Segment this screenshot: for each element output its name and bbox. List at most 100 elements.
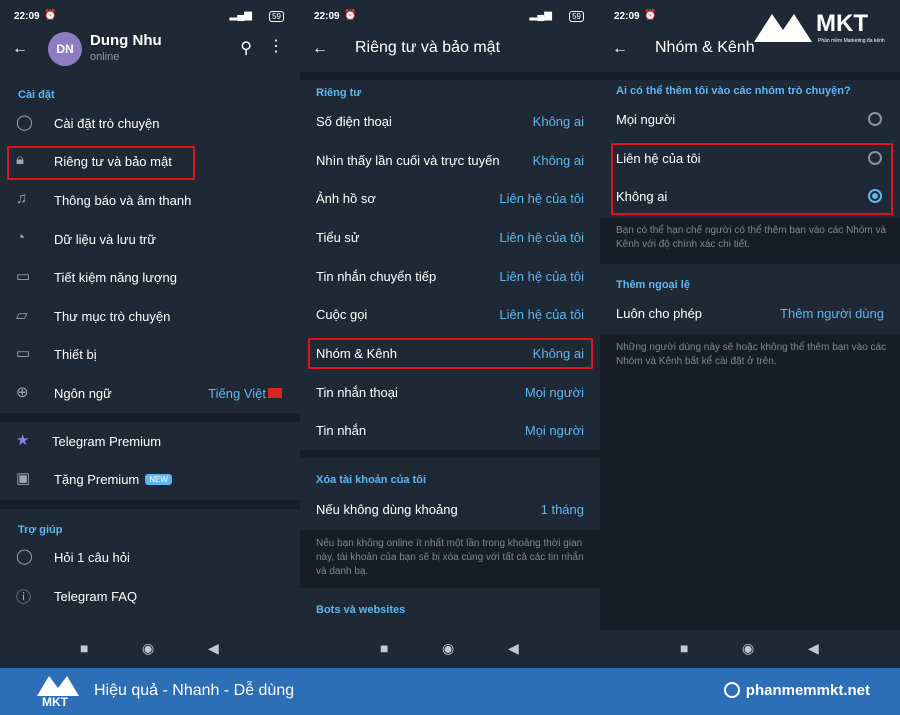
settings-item-devices[interactable]: ▭ Thiết bị — [0, 335, 300, 373]
profile-header: ← DN Dung Nhu online ⚲ ⋮ — [0, 30, 300, 70]
note-area — [600, 334, 900, 630]
option-everyone[interactable]: Mọi người — [600, 100, 900, 138]
divider — [300, 72, 600, 80]
privacy-row-bio[interactable]: Tiểu sử Liên hệ của tôi — [300, 218, 600, 256]
new-badge: NEW — [145, 474, 172, 485]
settings-item-label: Thư mục trò chuyện — [54, 309, 171, 324]
recents-icon[interactable]: ■ — [80, 640, 88, 656]
globe-icon: ⊕ — [16, 384, 29, 401]
privacy-row-messages[interactable]: Tin nhắn Mọi người — [300, 411, 600, 449]
gift-icon: ▣ — [16, 470, 31, 487]
always-allow-row[interactable]: Luôn cho phép Thêm người dùng — [600, 294, 900, 332]
privacy-row-calls[interactable]: Cuộc gọi Liên hệ của tôi — [300, 295, 600, 333]
page-title: Riêng tư và bảo mật — [355, 39, 501, 56]
back-arrow-icon[interactable]: ← — [612, 40, 628, 58]
search-icon[interactable]: ⚲ — [240, 38, 252, 58]
footer-logo-text: MKT — [42, 695, 68, 709]
mkt-logo-text: MKT — [816, 10, 868, 37]
privacy-row-forwards[interactable]: Tin nhắn chuyển tiếp Liên hệ của tôi — [300, 257, 600, 295]
telegram-premium-item[interactable]: ★ Telegram Premium — [0, 422, 300, 460]
row-label: Tin nhắn — [316, 423, 367, 438]
privacy-row-photo[interactable]: Ảnh hồ sơ Liên hệ của tôi — [300, 179, 600, 217]
android-nav-bar: ■ ◉ ◀ — [0, 630, 300, 668]
recents-icon[interactable]: ■ — [680, 640, 688, 656]
chat-bubble-icon: ◯ — [16, 114, 33, 131]
home-icon[interactable]: ◉ — [442, 640, 454, 657]
divider — [0, 413, 300, 422]
back-arrow-icon[interactable]: ← — [312, 40, 328, 58]
bell-icon: ♫ — [16, 190, 28, 207]
add-users-link[interactable]: Thêm người dùng — [780, 306, 884, 321]
status-bar: 22:09 ⏰ ▂▄▆ 59 — [300, 0, 600, 30]
question-icon: ⓘ — [16, 589, 32, 606]
settings-item-language[interactable]: ⊕ Ngôn ngữ Tiếng Việt — [0, 374, 300, 412]
settings-item-data[interactable]: ◔ Dữ liệu và lưu trữ — [0, 220, 300, 258]
option-label: Mọi người — [616, 112, 676, 127]
help-item-label: Telegram FAQ — [54, 589, 138, 604]
section-title-help: Trợ giúp — [18, 524, 63, 536]
row-label: Cuộc gọi — [316, 307, 368, 322]
settings-item-folders[interactable]: ▱ Thư mục trò chuyện — [0, 297, 300, 335]
battery-icon: ▭ — [16, 268, 31, 285]
status-time: 22:09 — [614, 11, 640, 22]
settings-item-notifications[interactable]: ♫ Thông báo và âm thanh — [0, 181, 300, 219]
star-icon: ★ — [16, 432, 30, 449]
row-label: Nếu không dùng khoảng — [316, 502, 458, 517]
row-value: Liên hệ của tôi — [499, 269, 584, 284]
avatar[interactable]: DN — [48, 32, 82, 66]
status-bar: 22:09 ⏰ ▂▄▆ 59 — [0, 0, 300, 30]
battery-status: 59 — [569, 11, 584, 22]
divider — [300, 450, 600, 458]
help-item-faq[interactable]: ⓘ Telegram FAQ — [0, 577, 300, 615]
language-value: Tiếng Việt — [208, 386, 266, 401]
section-title-exceptions: Thêm ngoại lệ — [616, 279, 690, 291]
settings-item-label: Cài đặt trò chuyện — [54, 116, 160, 131]
mkt-logo-top: MKT Phần mềm Marketing đa kênh — [752, 8, 892, 48]
home-icon[interactable]: ◉ — [742, 640, 754, 657]
alarm-icon: ⏰ — [644, 10, 657, 21]
avatar-initials: DN — [56, 42, 74, 56]
back-nav-icon[interactable]: ◀ — [508, 640, 519, 657]
highlight-box — [611, 143, 893, 215]
settings-item-chat[interactable]: ◯ Cài đặt trò chuyện — [0, 104, 300, 142]
website-link[interactable]: phanmemmkt.net — [746, 682, 870, 699]
gift-premium-item[interactable]: ▣ Tặng Premium NEW — [0, 460, 300, 498]
premium-label: Telegram Premium — [52, 434, 162, 449]
home-icon[interactable]: ◉ — [142, 640, 154, 657]
radio-button[interactable] — [868, 112, 882, 126]
help-item-ask[interactable]: ◯ Hỏi 1 câu hỏi — [0, 538, 300, 576]
delete-account-row[interactable]: Nếu không dùng khoảng 1 tháng — [300, 490, 600, 528]
back-nav-icon[interactable]: ◀ — [808, 640, 819, 657]
settings-item-power[interactable]: ▭ Tiết kiệm năng lượng — [0, 258, 300, 296]
row-value: Liên hệ của tôi — [499, 230, 584, 245]
android-nav-bar: ■ ◉ ◀ — [600, 630, 900, 668]
more-options-icon[interactable]: ⋮ — [268, 36, 284, 56]
vietnam-flag-icon — [268, 388, 282, 398]
highlight-box — [7, 146, 195, 180]
row-label: Nhìn thấy lần cuối và trực tuyến — [316, 153, 500, 168]
row-label: Tin nhắn chuyển tiếp — [316, 269, 437, 284]
brand-footer: MKT Hiệu quả - Nhanh - Dễ dùng phanmemmk… — [0, 668, 900, 715]
settings-panel: 22:09 ⏰ ▂▄▆ 59 ← DN Dung Nhu online ⚲ ⋮ … — [0, 0, 300, 668]
privacy-row-phone[interactable]: Số điện thoại Không ai — [300, 102, 600, 140]
page-header: ← Riêng tư và bảo mật — [300, 30, 600, 70]
privacy-row-last-seen[interactable]: Nhìn thấy lần cuối và trực tuyến Không ai — [300, 141, 600, 179]
back-nav-icon[interactable]: ◀ — [208, 640, 219, 657]
folder-icon: ▱ — [16, 307, 28, 324]
privacy-row-voice[interactable]: Tin nhắn thoại Mọi người — [300, 373, 600, 411]
chat-dots-icon: ◯ — [16, 548, 33, 565]
recents-icon[interactable]: ■ — [380, 640, 388, 656]
android-nav-bar: ■ ◉ ◀ — [300, 630, 600, 668]
section-title-bots: Bots và websites — [316, 604, 406, 616]
exceptions-note: Những người dùng này sẽ hoặc không thể t… — [616, 342, 887, 367]
divider — [600, 72, 900, 80]
page-title: Nhóm & Kênh — [655, 39, 755, 56]
alarm-icon: ⏰ — [344, 10, 357, 21]
row-label: Tiểu sử — [316, 230, 360, 245]
row-value: 1 tháng — [540, 502, 584, 517]
settings-item-label: Ngôn ngữ — [54, 386, 112, 401]
back-arrow-icon[interactable]: ← — [12, 40, 28, 58]
row-value: Liên hệ của tôi — [499, 307, 584, 322]
row-value: Không ai — [532, 153, 584, 168]
slogan: Hiệu quả - Nhanh - Dễ dùng — [94, 682, 295, 699]
